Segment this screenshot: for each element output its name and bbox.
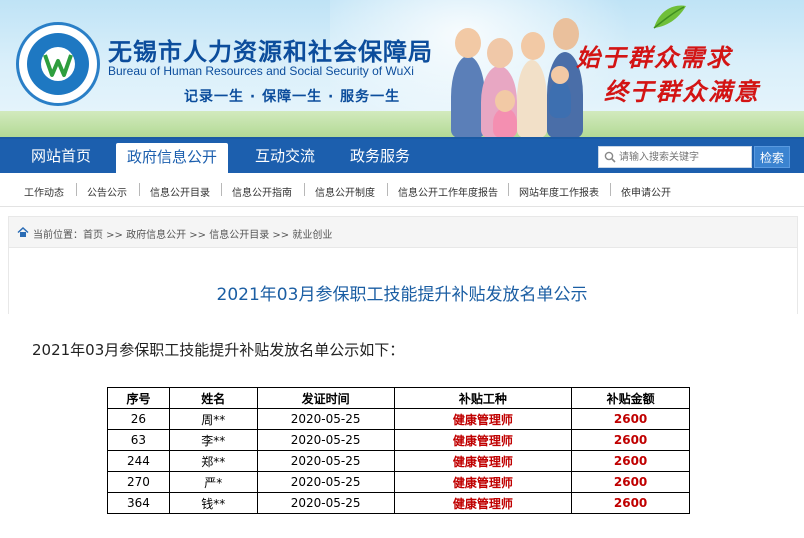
family-mother-head: [521, 32, 545, 60]
subnav-divider: [76, 183, 77, 196]
banner-grass: [0, 111, 804, 137]
leaf-decoration-icon: [653, 5, 686, 29]
home-icon: [17, 227, 29, 237]
nav-item-gov-info[interactable]: 政府信息公开: [116, 143, 228, 175]
table-row: 364 钱** 2020-05-25 健康管理师 2600: [107, 492, 690, 514]
subnav-divider: [610, 183, 611, 196]
cell-amount: 2600: [571, 471, 690, 493]
search-button[interactable]: 检索: [754, 146, 790, 168]
family-illustration: [445, 8, 585, 137]
article-intro: 2021年03月参保职工技能提升补贴发放名单公示如下：: [32, 341, 405, 359]
subnav-divider: [221, 183, 222, 196]
cell-seq: 26: [107, 408, 170, 430]
header-banner: 无锡市人力资源和社会保障局 Bureau of Human Resources …: [0, 0, 804, 137]
cell-name: 郑**: [168, 450, 258, 472]
table-header-row: 序号 姓名 发证时间 补贴工种 补贴金额: [107, 387, 690, 409]
cell-seq: 364: [107, 492, 170, 514]
cell-job-type: 健康管理师: [393, 408, 573, 430]
cell-job-type: 健康管理师: [393, 429, 573, 451]
family-girl-head: [495, 90, 515, 112]
article-title: 2021年03月参保职工技能提升补贴发放名单公示: [216, 285, 588, 305]
cell-seq: 270: [107, 471, 170, 493]
cell-amount: 2600: [571, 408, 690, 430]
col-header-amount: 补贴金额: [571, 387, 690, 409]
table-row: 270 严* 2020-05-25 健康管理师 2600: [107, 471, 690, 493]
col-header-name: 姓名: [168, 387, 258, 409]
site-title: 无锡市人力资源和社会保障局: [108, 38, 433, 66]
main-nav: 网站首页 政府信息公开 互动交流 政务服务 检索: [0, 137, 804, 175]
table-row: 26 周** 2020-05-25 健康管理师 2600: [107, 408, 690, 430]
nav-item-services[interactable]: 政务服务: [338, 139, 422, 173]
cell-issue-date: 2020-05-25: [256, 471, 395, 493]
search-box: [598, 146, 752, 168]
family-mother: [517, 60, 547, 137]
site-subtitle: Bureau of Human Resources and Social Sec…: [108, 64, 414, 78]
cell-name: 钱**: [168, 492, 258, 514]
subnav-item-site-report[interactable]: 网站年度工作报表: [519, 184, 599, 199]
cell-issue-date: 2020-05-25: [256, 450, 395, 472]
family-grandmother-head: [487, 38, 513, 68]
cell-job-type: 健康管理师: [393, 471, 573, 493]
subnav-divider: [387, 183, 388, 196]
family-boy: [549, 80, 571, 118]
cell-seq: 63: [107, 429, 170, 451]
subnav-item-info-system[interactable]: 信息公开制度: [315, 184, 375, 199]
site-slogan: 记录一生 · 保障一生 · 服务一生: [184, 89, 401, 105]
bureau-logo[interactable]: [16, 22, 100, 106]
cell-issue-date: 2020-05-25: [256, 408, 395, 430]
cell-amount: 2600: [571, 492, 690, 514]
nav-item-interaction[interactable]: 互动交流: [240, 139, 330, 173]
logo-w-mark-icon: [43, 54, 73, 77]
subnav-divider: [304, 183, 305, 196]
family-father: [451, 56, 485, 137]
col-header-seq: 序号: [107, 387, 170, 409]
cell-job-type: 健康管理师: [393, 492, 573, 514]
breadcrumb: 当前位置：首页 >> 政府信息公开 >> 信息公开目录 >> 就业创业: [8, 216, 798, 248]
table-row: 63 李** 2020-05-25 健康管理师 2600: [107, 429, 690, 451]
family-girl: [493, 108, 517, 137]
subnav-item-notices[interactable]: 公告公示: [87, 184, 127, 199]
col-header-job-type: 补贴工种: [393, 387, 573, 409]
subnav-item-work-news[interactable]: 工作动态: [24, 184, 64, 199]
subnav-item-annual-report[interactable]: 信息公开工作年度报告: [398, 184, 498, 199]
cell-name: 周**: [168, 408, 258, 430]
cell-issue-date: 2020-05-25: [256, 429, 395, 451]
cell-job-type: 健康管理师: [393, 450, 573, 472]
subnav-item-info-catalog[interactable]: 信息公开目录: [150, 184, 210, 199]
red-slogan-line2: 终于群众满意: [604, 77, 760, 106]
breadcrumb-text[interactable]: 当前位置：首页 >> 政府信息公开 >> 信息公开目录 >> 就业创业: [33, 226, 332, 241]
subnav-divider: [508, 183, 509, 196]
subnav-item-info-guide[interactable]: 信息公开指南: [232, 184, 292, 199]
sub-nav: 工作动态 公告公示 信息公开目录 信息公开指南 信息公开制度 信息公开工作年度报…: [0, 173, 804, 207]
subnav-item-apply-disclosure[interactable]: 依申请公开: [621, 184, 671, 199]
cell-name: 李**: [168, 429, 258, 451]
cell-amount: 2600: [571, 429, 690, 451]
cell-name: 严*: [168, 471, 258, 493]
subsidy-table: 序号 姓名 发证时间 补贴工种 补贴金额 26 周** 2020-05-25 健…: [107, 387, 690, 514]
search-input[interactable]: [619, 149, 749, 165]
table-row: 244 郑** 2020-05-25 健康管理师 2600: [107, 450, 690, 472]
subnav-divider: [139, 183, 140, 196]
family-boy-head: [551, 66, 569, 84]
cell-issue-date: 2020-05-25: [256, 492, 395, 514]
cell-seq: 244: [107, 450, 170, 472]
cell-amount: 2600: [571, 450, 690, 472]
nav-item-home[interactable]: 网站首页: [16, 139, 106, 173]
col-header-issue-date: 发证时间: [256, 387, 395, 409]
red-slogan-line1: 始于群众需求: [576, 43, 732, 72]
family-father-head: [455, 28, 481, 58]
search-icon: [604, 151, 616, 163]
